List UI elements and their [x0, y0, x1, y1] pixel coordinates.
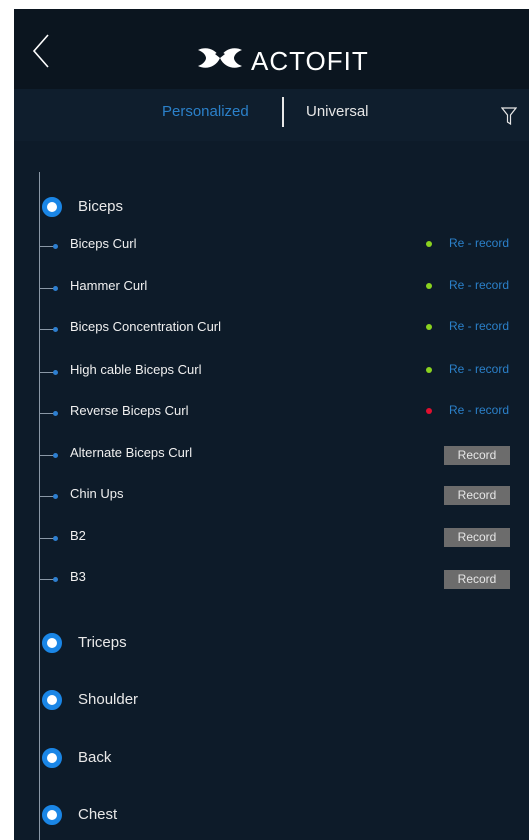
- exercise-label: B3: [70, 569, 86, 584]
- status-indicator-green: [426, 241, 432, 247]
- status-indicator-green: [426, 367, 432, 373]
- re-record-button[interactable]: Re - record: [449, 362, 509, 376]
- exercise-node: [53, 370, 58, 375]
- exercise-row[interactable]: Hammer Curl Re - record: [40, 276, 529, 300]
- re-record-button[interactable]: Re - record: [449, 403, 509, 417]
- exercise-label: Biceps Concentration Curl: [70, 319, 222, 334]
- category-label: Chest: [78, 806, 118, 823]
- exercise-row[interactable]: B3 Record: [40, 567, 529, 591]
- exercise-node: [53, 411, 58, 416]
- exercise-node: [53, 327, 58, 332]
- back-button[interactable]: [28, 31, 58, 71]
- category-label: Triceps: [78, 634, 127, 651]
- exercise-row[interactable]: B2 Record: [40, 526, 529, 550]
- category-node: [42, 690, 62, 710]
- record-button[interactable]: Record: [444, 446, 510, 465]
- branch-line: [40, 246, 54, 247]
- branch-line: [40, 288, 54, 289]
- exercise-row[interactable]: High cable Biceps Curl Re - record: [40, 360, 529, 384]
- branch-line: [40, 496, 54, 497]
- app-header: ACTOFIT: [14, 9, 529, 89]
- branch-line: [40, 455, 54, 456]
- tab-bar: Personalized Universal: [14, 89, 529, 141]
- category-node: [42, 805, 62, 825]
- record-button[interactable]: Record: [444, 486, 510, 505]
- exercise-node: [53, 536, 58, 541]
- tab-divider: [282, 97, 284, 127]
- category-node: [42, 197, 62, 217]
- exercise-node: [53, 286, 58, 291]
- exercise-row[interactable]: Reverse Biceps Curl Re - record: [40, 401, 529, 425]
- branch-line: [40, 372, 54, 373]
- exercise-row[interactable]: Biceps Concentration Curl Re - record: [40, 317, 529, 341]
- exercise-label: High cable Biceps Curl: [70, 362, 202, 377]
- exercise-node: [53, 577, 58, 582]
- branch-line: [40, 538, 54, 539]
- category-label: Back: [78, 749, 112, 766]
- exercise-label: Reverse Biceps Curl: [70, 403, 189, 418]
- category-label: Biceps: [78, 198, 124, 215]
- exercise-label: Biceps Curl: [70, 236, 137, 251]
- re-record-button[interactable]: Re - record: [449, 278, 509, 292]
- exercise-label: B2: [70, 528, 86, 543]
- tab-universal[interactable]: Universal: [306, 103, 369, 120]
- branch-line: [40, 579, 54, 580]
- tab-personalized[interactable]: Personalized: [162, 103, 249, 120]
- filter-icon[interactable]: [501, 107, 517, 125]
- exercise-label: Alternate Biceps Curl: [70, 445, 193, 460]
- exercise-row[interactable]: Biceps Curl Re - record: [40, 234, 529, 258]
- category-label: Shoulder: [78, 691, 139, 708]
- re-record-button[interactable]: Re - record: [449, 319, 509, 333]
- category-node: [42, 748, 62, 768]
- status-indicator-green: [426, 324, 432, 330]
- exercise-row[interactable]: Chin Ups Record: [40, 484, 529, 508]
- branch-line: [40, 413, 54, 414]
- branch-line: [40, 329, 54, 330]
- actofit-logo-icon: [198, 48, 242, 68]
- exercise-label: Chin Ups: [70, 486, 124, 501]
- category-node: [42, 633, 62, 653]
- re-record-button[interactable]: Re - record: [449, 236, 509, 250]
- exercise-node: [53, 244, 58, 249]
- status-indicator-green: [426, 283, 432, 289]
- status-indicator-red: [426, 408, 432, 414]
- screen: ACTOFIT Personalized Universal Biceps Bi…: [14, 9, 529, 840]
- record-button[interactable]: Record: [444, 570, 510, 589]
- exercise-row[interactable]: Alternate Biceps Curl Record: [40, 443, 529, 467]
- exercise-label: Hammer Curl: [70, 278, 148, 293]
- exercise-node: [53, 453, 58, 458]
- app-title: ACTOFIT: [251, 46, 369, 76]
- exercise-node: [53, 494, 58, 499]
- record-button[interactable]: Record: [444, 528, 510, 547]
